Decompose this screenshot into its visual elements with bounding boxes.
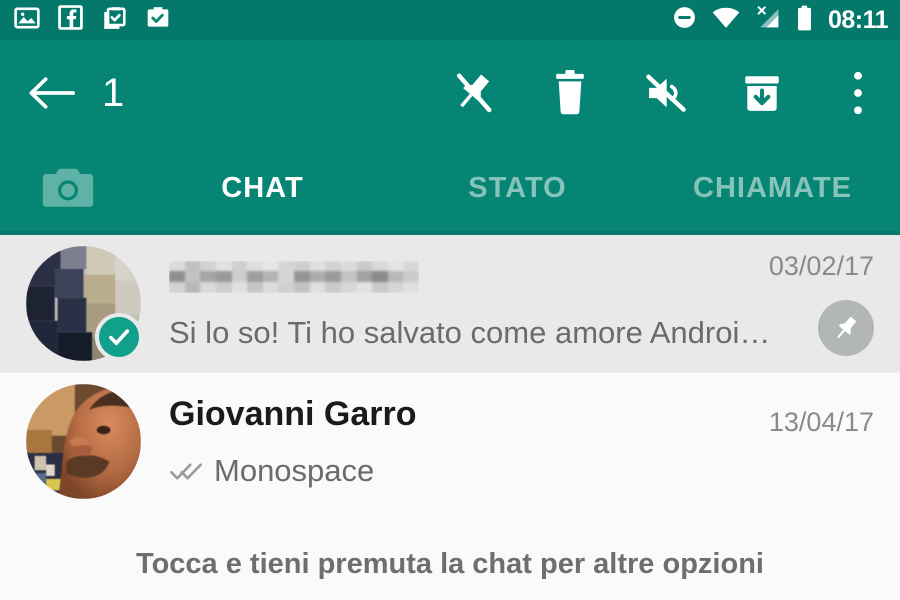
contact-name: Giovanni Garro bbox=[169, 395, 417, 433]
tab-chiamate[interactable]: CHIAMATE bbox=[645, 172, 900, 205]
selection-count: 1 bbox=[102, 70, 125, 115]
chat-list: Si lo so! Ti ho salvato come amore Andro… bbox=[0, 235, 900, 510]
toolbar-actions bbox=[452, 40, 880, 145]
no-sim-signal-icon bbox=[755, 5, 781, 35]
mute-icon[interactable] bbox=[644, 67, 688, 119]
selection-action-bar: 1 bbox=[0, 40, 900, 145]
chat-date: 13/04/17 bbox=[768, 407, 874, 437]
status-bar-left-icons bbox=[14, 5, 171, 36]
overflow-menu-icon[interactable] bbox=[836, 67, 880, 119]
unpin-icon[interactable] bbox=[452, 67, 496, 119]
chat-row-meta: 13/04/17 bbox=[704, 373, 874, 546]
avatar[interactable] bbox=[26, 246, 143, 361]
contact-name-censored bbox=[169, 260, 419, 293]
pinned-icon bbox=[818, 300, 874, 356]
tab-stato[interactable]: STATO bbox=[390, 172, 645, 205]
chat-date: 03/02/17 bbox=[768, 251, 874, 281]
table-row[interactable]: Giovanni Garro Monospace 13/04/17 bbox=[0, 373, 900, 510]
chat-row-meta: 03/02/17 bbox=[704, 235, 874, 372]
wifi-icon bbox=[712, 6, 740, 35]
status-bar: 08:11 bbox=[0, 0, 900, 40]
battery-full-icon bbox=[796, 5, 813, 36]
double-check-icon bbox=[169, 458, 209, 484]
clipboard-check-filled-icon bbox=[145, 5, 171, 36]
whatsapp-screen: 08:11 1 CHAT STATO CHIAMATE Si lo so! Ti… bbox=[0, 0, 900, 600]
status-bar-right-icons: 08:11 bbox=[672, 0, 889, 40]
avatar[interactable] bbox=[26, 384, 141, 499]
tab-chat[interactable]: CHAT bbox=[135, 172, 390, 205]
facebook-icon bbox=[58, 5, 83, 35]
do-not-disturb-icon bbox=[672, 5, 697, 35]
camera-icon[interactable] bbox=[0, 164, 135, 212]
archive-icon[interactable] bbox=[740, 67, 784, 119]
clipboard-check-icon bbox=[101, 5, 127, 36]
avatar-image bbox=[26, 384, 141, 499]
tab-bar: CHAT STATO CHIAMATE bbox=[0, 145, 900, 235]
chat-preview-text: Monospace bbox=[214, 452, 375, 488]
censor-mosaic bbox=[169, 260, 419, 293]
table-row[interactable]: Si lo so! Ti ho salvato come amore Andro… bbox=[0, 235, 900, 372]
chat-preview-text: Si lo so! Ti ho salvato come amore Andro… bbox=[169, 314, 771, 350]
photo-icon bbox=[14, 5, 40, 36]
delete-icon[interactable] bbox=[548, 67, 592, 119]
back-arrow-icon[interactable] bbox=[24, 74, 80, 112]
status-bar-clock: 08:11 bbox=[827, 5, 889, 34]
selection-check-icon bbox=[95, 313, 143, 361]
